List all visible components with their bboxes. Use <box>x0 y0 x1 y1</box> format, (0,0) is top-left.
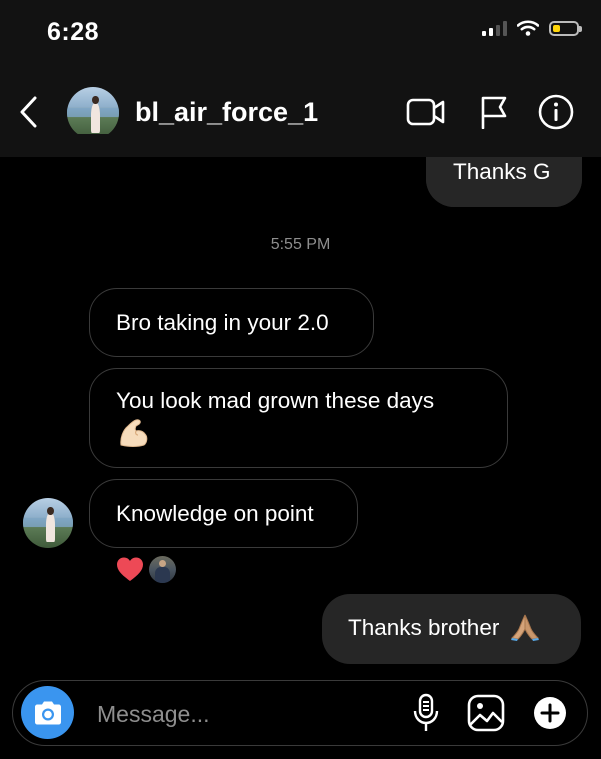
folded-hands-emoji <box>510 614 539 642</box>
cellular-signal-icon <box>482 20 507 36</box>
image-icon <box>467 694 505 732</box>
contact-username[interactable]: bl_air_force_1 <box>135 97 318 128</box>
sender-avatar[interactable] <box>23 498 73 548</box>
more-options-button[interactable] <box>529 692 571 734</box>
message-text: Bro taking in your 2.0 <box>116 310 329 335</box>
message-composer <box>12 680 588 746</box>
message-input[interactable] <box>95 697 399 731</box>
incoming-message[interactable]: Bro taking in your 2.0 <box>89 288 374 357</box>
header-overlap <box>0 134 601 157</box>
back-button[interactable] <box>14 94 44 130</box>
chat-screen: 6:28 bl_air_force_1 Thanks G 5:55 PM Bro… <box>0 0 601 759</box>
camera-icon <box>34 701 61 724</box>
battery-icon <box>549 20 582 36</box>
message-text: Knowledge on point <box>116 501 314 526</box>
incoming-message[interactable]: You look mad grown these days <box>89 368 508 468</box>
message-text: Thanks brother <box>348 615 500 640</box>
outgoing-message[interactable]: Thanks brother <box>322 594 581 664</box>
heart-reaction-icon[interactable] <box>116 556 144 582</box>
status-icons <box>482 20 582 36</box>
microphone-icon <box>413 693 439 731</box>
flag-icon <box>481 96 507 129</box>
info-icon <box>538 94 574 130</box>
plus-circle-icon <box>534 697 566 729</box>
report-button[interactable] <box>474 94 514 130</box>
message-text: You look mad grown these days <box>116 388 435 413</box>
incoming-message[interactable]: Knowledge on point <box>89 479 358 548</box>
wifi-icon <box>517 20 539 36</box>
status-time: 6:28 <box>47 18 100 46</box>
gallery-button[interactable] <box>465 692 507 734</box>
outgoing-message-visible[interactable]: Thanks G <box>426 157 582 207</box>
flexed-biceps-emoji <box>120 419 148 447</box>
reactor-avatar[interactable] <box>149 556 176 583</box>
video-camera-icon <box>406 98 445 126</box>
conversation-info-button[interactable] <box>536 94 576 130</box>
camera-button[interactable] <box>21 686 74 739</box>
voice-message-button[interactable] <box>405 692 447 734</box>
video-call-button[interactable] <box>406 94 446 130</box>
message-text: Thanks G <box>453 159 551 184</box>
contact-avatar[interactable] <box>67 87 119 139</box>
message-timestamp: 5:55 PM <box>270 236 331 253</box>
